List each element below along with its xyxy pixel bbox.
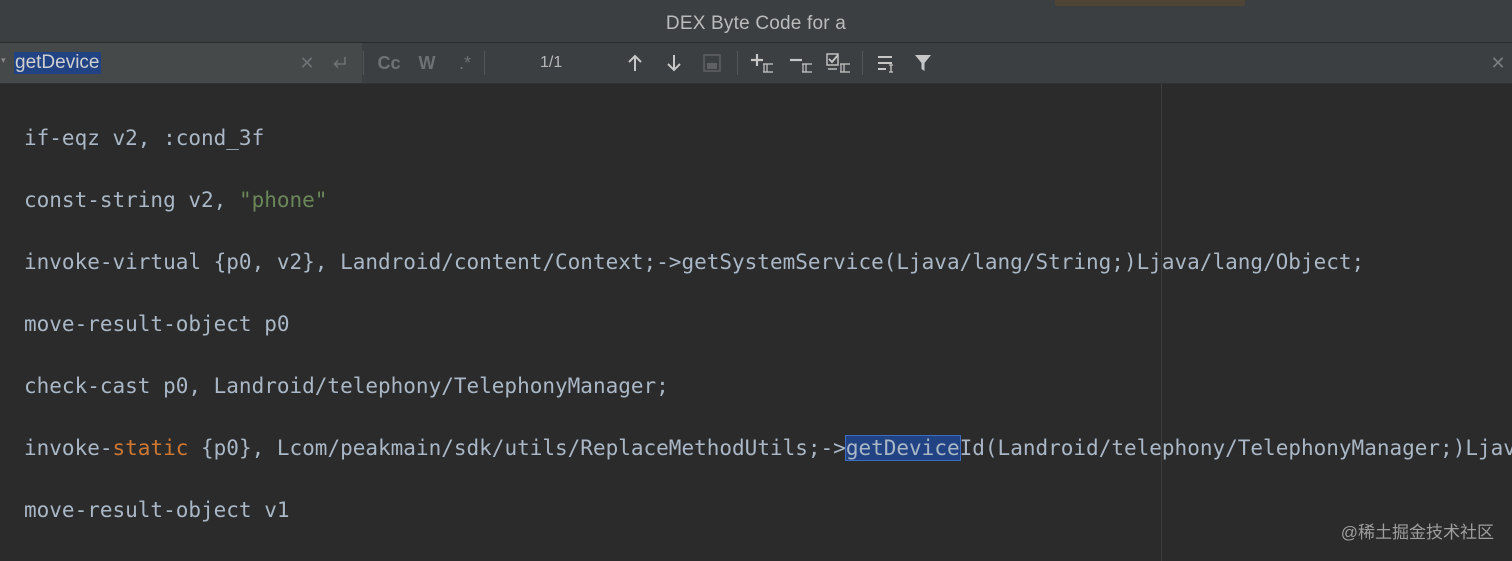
code-text: Id(Landroid/telephony/TelephonyManager;)… (959, 436, 1512, 460)
search-input[interactable]: getDevice (14, 52, 101, 74)
remove-occurrence-icon[interactable] (787, 43, 815, 83)
arrow-down-icon[interactable] (661, 43, 687, 83)
code-text: invoke- (24, 436, 113, 460)
toolbar-separator (484, 51, 485, 75)
toolbar-separator (737, 51, 738, 75)
code-line: invoke-static {p0}, Lcom/peakmain/sdk/ut… (24, 434, 1512, 462)
code-line: invoke-virtual {p0, v2}, Landroid/conten… (24, 248, 1364, 276)
filter-icon[interactable] (910, 43, 936, 83)
code-line: check-cast p0, Landroid/telephony/Teleph… (24, 372, 669, 400)
whole-words-icon[interactable]: W (413, 43, 441, 83)
add-occurrence-icon[interactable] (748, 43, 776, 83)
select-all-occurrences-icon[interactable] (700, 43, 724, 83)
code-text: invoke-virtual {p0, v2}, Landroid/conten… (24, 250, 1365, 274)
code-text: move-result-object v1 (24, 498, 290, 522)
string-literal: "phone" (238, 188, 328, 212)
toolbar-separator (363, 51, 364, 75)
clear-icon[interactable]: ✕ (296, 43, 318, 83)
code-text: if-eqz v2, :cond_3f (24, 126, 265, 150)
code-text: check-cast p0, Landroid/telephony/Teleph… (24, 374, 669, 398)
close-icon[interactable]: ✕ (1484, 43, 1512, 83)
regex-icon[interactable]: .* (450, 43, 480, 83)
search-field[interactable]: ▾ getDevice ✕ (0, 43, 362, 83)
match-count: 1/1 (540, 54, 563, 71)
match-case-icon[interactable]: Cc (372, 43, 406, 83)
right-margin-guide (1161, 84, 1162, 561)
window-title: DEX Byte Code for a (665, 13, 847, 34)
code-text: const-string v2, (24, 188, 239, 212)
search-history-chevron-down-icon[interactable]: ▾ (1, 55, 6, 66)
arrow-up-icon[interactable] (622, 43, 648, 83)
code-text: move-result-object p0 (24, 312, 290, 336)
search-toolbar: ▾ getDevice ✕ Cc W .* 1/1 ✕ (0, 43, 1512, 84)
filter-options-icon[interactable] (874, 43, 900, 83)
code-editor[interactable]: if-eqz v2, :cond_3f const-string v2, "ph… (0, 84, 1512, 561)
select-occurrence-icon[interactable] (823, 43, 855, 83)
code-line: move-result-object v1 (24, 496, 290, 524)
code-line: const-string v2, "phone" (24, 186, 327, 214)
newline-icon[interactable] (328, 43, 352, 83)
watermark: @稀土掘金技术社区 (1340, 523, 1494, 542)
search-match-highlight: getDevice (844, 435, 961, 461)
code-line: move-result-object p0 (24, 310, 290, 338)
toolbar-separator (862, 51, 863, 75)
code-text: {p0}, Lcom/peakmain/sdk/utils/ReplaceMet… (188, 436, 846, 460)
title-bar: DEX Byte Code for a (0, 6, 1512, 43)
code-line: if-eqz v2, :cond_3f (24, 124, 264, 152)
keyword: static (112, 436, 189, 460)
